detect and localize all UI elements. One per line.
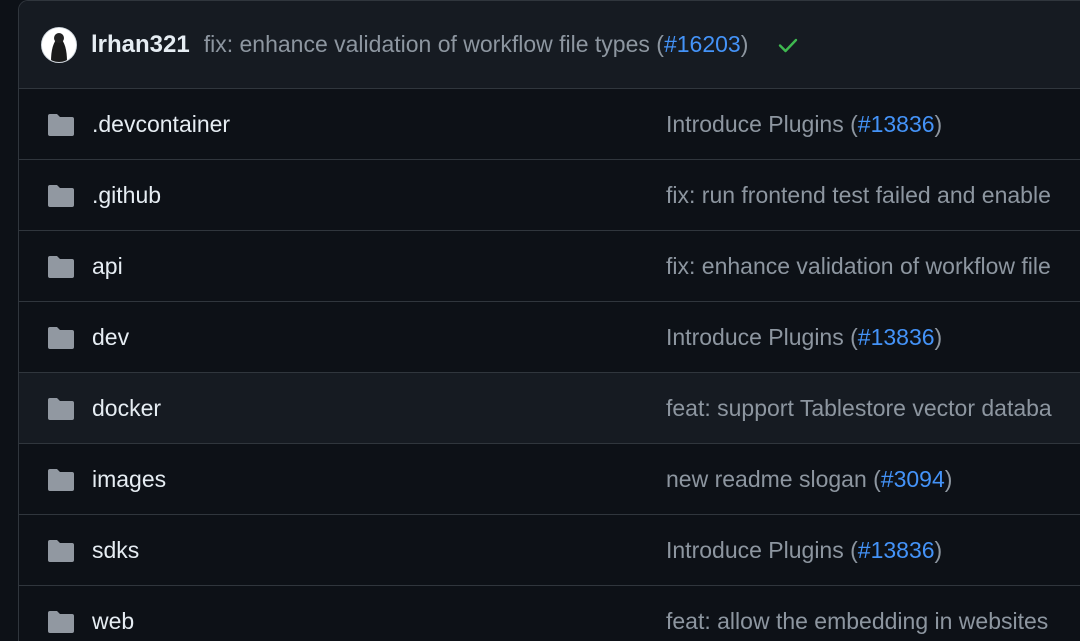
file-row-api[interactable]: api fix: enhance validation of workflow … (19, 231, 1080, 302)
folder-icon (48, 469, 74, 491)
commit-pr-link[interactable]: #16203 (664, 31, 741, 57)
file-commit-text[interactable]: fix: enhance validation of workflow file (666, 253, 1051, 279)
commit-message-text[interactable]: fix: enhance validation of workflow file… (204, 31, 664, 57)
folder-icon (48, 114, 74, 136)
check-icon[interactable] (776, 33, 800, 57)
file-name[interactable]: dev (92, 324, 129, 351)
file-commit-pr-link[interactable]: #13836 (858, 324, 935, 350)
file-name[interactable]: web (92, 608, 134, 635)
file-commit-text[interactable]: Introduce Plugins ( (666, 537, 858, 563)
file-row-dev[interactable]: dev Introduce Plugins (#13836) (19, 302, 1080, 373)
file-name[interactable]: docker (92, 395, 161, 422)
file-commit-pr-link[interactable]: #13836 (858, 537, 935, 563)
commit-message-suffix: ) (740, 31, 749, 57)
file-commit-message[interactable]: Introduce Plugins (#13836) (666, 111, 942, 138)
file-commit-text[interactable]: feat: allow the embedding in websites (666, 608, 1048, 634)
file-row-images[interactable]: images new readme slogan (#3094) (19, 444, 1080, 515)
avatar-image (42, 27, 76, 62)
file-commit-message[interactable]: Introduce Plugins (#13836) (666, 537, 942, 564)
file-commit-message[interactable]: new readme slogan (#3094) (666, 466, 952, 493)
file-commit-message[interactable]: Introduce Plugins (#13836) (666, 324, 942, 351)
file-commit-message[interactable]: feat: allow the embedding in websites (666, 608, 1048, 635)
avatar[interactable] (41, 26, 77, 63)
file-row-web[interactable]: web feat: allow the embedding in website… (19, 586, 1080, 641)
file-commit-suffix: ) (934, 536, 943, 563)
file-commit-suffix: ) (934, 110, 943, 137)
commit-message[interactable]: fix: enhance validation of workflow file… (204, 31, 749, 58)
file-commit-text[interactable]: feat: support Tablestore vector databa (666, 395, 1052, 421)
file-commit-suffix: ) (934, 323, 943, 350)
folder-icon (48, 611, 74, 633)
file-commit-pr-link[interactable]: #3094 (881, 466, 945, 492)
file-name[interactable]: .github (92, 182, 161, 209)
file-commit-suffix: ) (944, 465, 953, 492)
file-commit-pr-link[interactable]: #13836 (858, 111, 935, 137)
file-commit-message[interactable]: feat: support Tablestore vector databa (666, 395, 1052, 422)
file-row-devcontainer[interactable]: .devcontainer Introduce Plugins (#13836) (19, 89, 1080, 160)
file-commit-text[interactable]: Introduce Plugins ( (666, 324, 858, 350)
file-commit-message[interactable]: fix: run frontend test failed and enable (666, 182, 1051, 209)
folder-icon (48, 398, 74, 420)
folder-icon (48, 256, 74, 278)
file-name[interactable]: .devcontainer (92, 111, 230, 138)
file-row-docker[interactable]: docker feat: support Tablestore vector d… (19, 373, 1080, 444)
file-name[interactable]: api (92, 253, 123, 280)
file-commit-message[interactable]: fix: enhance validation of workflow file (666, 253, 1051, 280)
commit-author[interactable]: lrhan321 (91, 31, 190, 59)
file-list: .devcontainer Introduce Plugins (#13836)… (19, 89, 1080, 641)
file-browser: lrhan321 fix: enhance validation of work… (18, 0, 1080, 641)
folder-icon (48, 540, 74, 562)
file-commit-text[interactable]: new readme slogan ( (666, 466, 881, 492)
file-row-github[interactable]: .github fix: run frontend test failed an… (19, 160, 1080, 231)
folder-icon (48, 327, 74, 349)
file-name[interactable]: images (92, 466, 166, 493)
folder-icon (48, 185, 74, 207)
file-row-sdks[interactable]: sdks Introduce Plugins (#13836) (19, 515, 1080, 586)
file-commit-text[interactable]: fix: run frontend test failed and enable (666, 182, 1051, 208)
file-name[interactable]: sdks (92, 537, 139, 564)
file-commit-text[interactable]: Introduce Plugins ( (666, 111, 858, 137)
latest-commit-bar: lrhan321 fix: enhance validation of work… (19, 1, 1080, 89)
